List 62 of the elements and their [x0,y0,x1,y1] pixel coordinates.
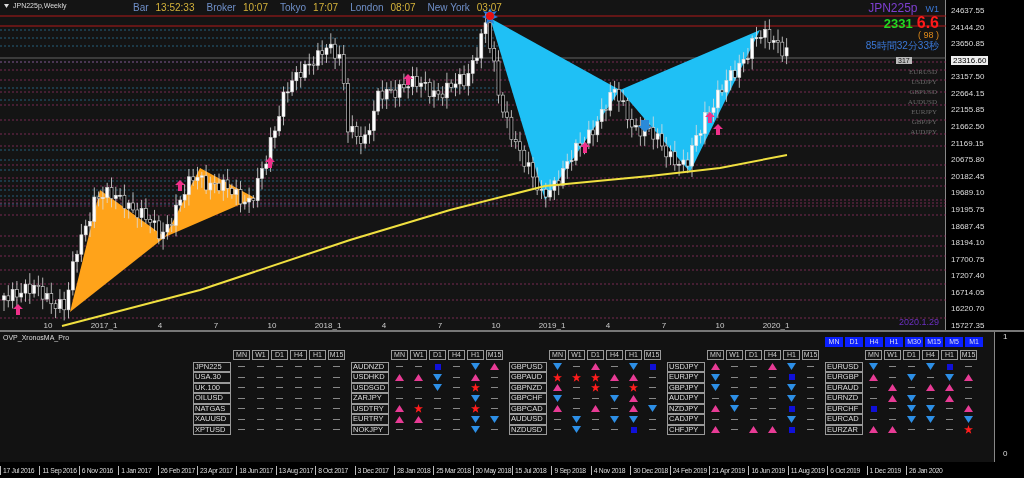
price-label: 22664.15 [951,88,986,98]
price-label: 19689.10 [951,188,986,198]
symbol-name: JPN225p [868,2,918,15]
current-price-tag: 23316.60 [951,55,989,65]
price-label: 20182.45 [951,171,986,181]
price-digits: 2331 [883,16,913,31]
clock-label: New York [427,2,470,13]
period-label: 7 [436,321,444,330]
price-label: 18194.10 [951,238,986,248]
clock-time: 17:07 [313,2,339,13]
price-label: 23650.85 [951,39,986,49]
timeframe-label: W1 [925,5,939,15]
price-label: 17207.40 [951,271,986,281]
price-label: 23157.50 [951,72,986,82]
up-arrow-icon [175,180,185,191]
axis-label: 0 [1003,449,1009,458]
period-label: 2018_1 [313,321,343,330]
price-label: 21662.50 [951,122,986,132]
bar-countdown: 85時間32分33秒 [865,40,939,52]
price-label: 21169.15 [951,138,985,148]
price-label: 16714.05 [951,287,986,297]
clock-time: 03:07 [476,2,502,13]
period-label: 2019_1 [537,321,567,330]
spread-value: ( 98 ) [918,31,939,41]
up-arrow-icon [713,124,723,135]
up-arrow-icon [13,304,23,315]
period-label: 7 [660,321,668,330]
price-label: 17700.75 [951,254,986,264]
clock-time: 13:52:33 [155,2,195,13]
period-label: 4 [156,321,164,330]
up-arrow-icon [403,74,413,85]
period-label: 2017_1 [89,321,119,330]
price-label: 15727.35 [951,321,986,330]
up-arrow-icon [265,157,275,168]
axis-label: 1 [1003,332,1009,341]
price-label: 19195.75 [951,204,986,214]
price-digits-tail: 6.6 [916,14,939,31]
clock-time: 10:07 [242,2,268,13]
price-label: 18687.45 [951,221,986,231]
period-label: 10 [266,321,278,330]
price-label: 24637.55 [951,6,986,15]
period-label: 10 [42,321,54,330]
dropdown-icon [4,3,9,8]
period-label: 10 [490,321,502,330]
period-label: 4 [604,321,612,330]
price-label: 22155.85 [951,105,986,115]
down-arrow-icon [638,120,652,132]
period-label: 10 [714,321,726,330]
clock-label: Tokyo [280,2,307,13]
clock-label: Bar [133,2,149,13]
price-label: 16220.70 [951,304,986,314]
up-arrow-icon [705,112,715,123]
period-label: 4 [380,321,388,330]
price-label: 24144.20 [951,22,986,32]
clock-label: London [350,2,384,13]
period-label: 2020_1 [761,321,791,330]
period-label: 7 [212,321,220,330]
date-label: 2020.1.29 [898,317,939,327]
price-label: 20675.80 [951,155,986,165]
clock-label: Broker [206,2,236,13]
clock-time: 08:07 [390,2,416,13]
up-arrow-icon [580,142,590,153]
